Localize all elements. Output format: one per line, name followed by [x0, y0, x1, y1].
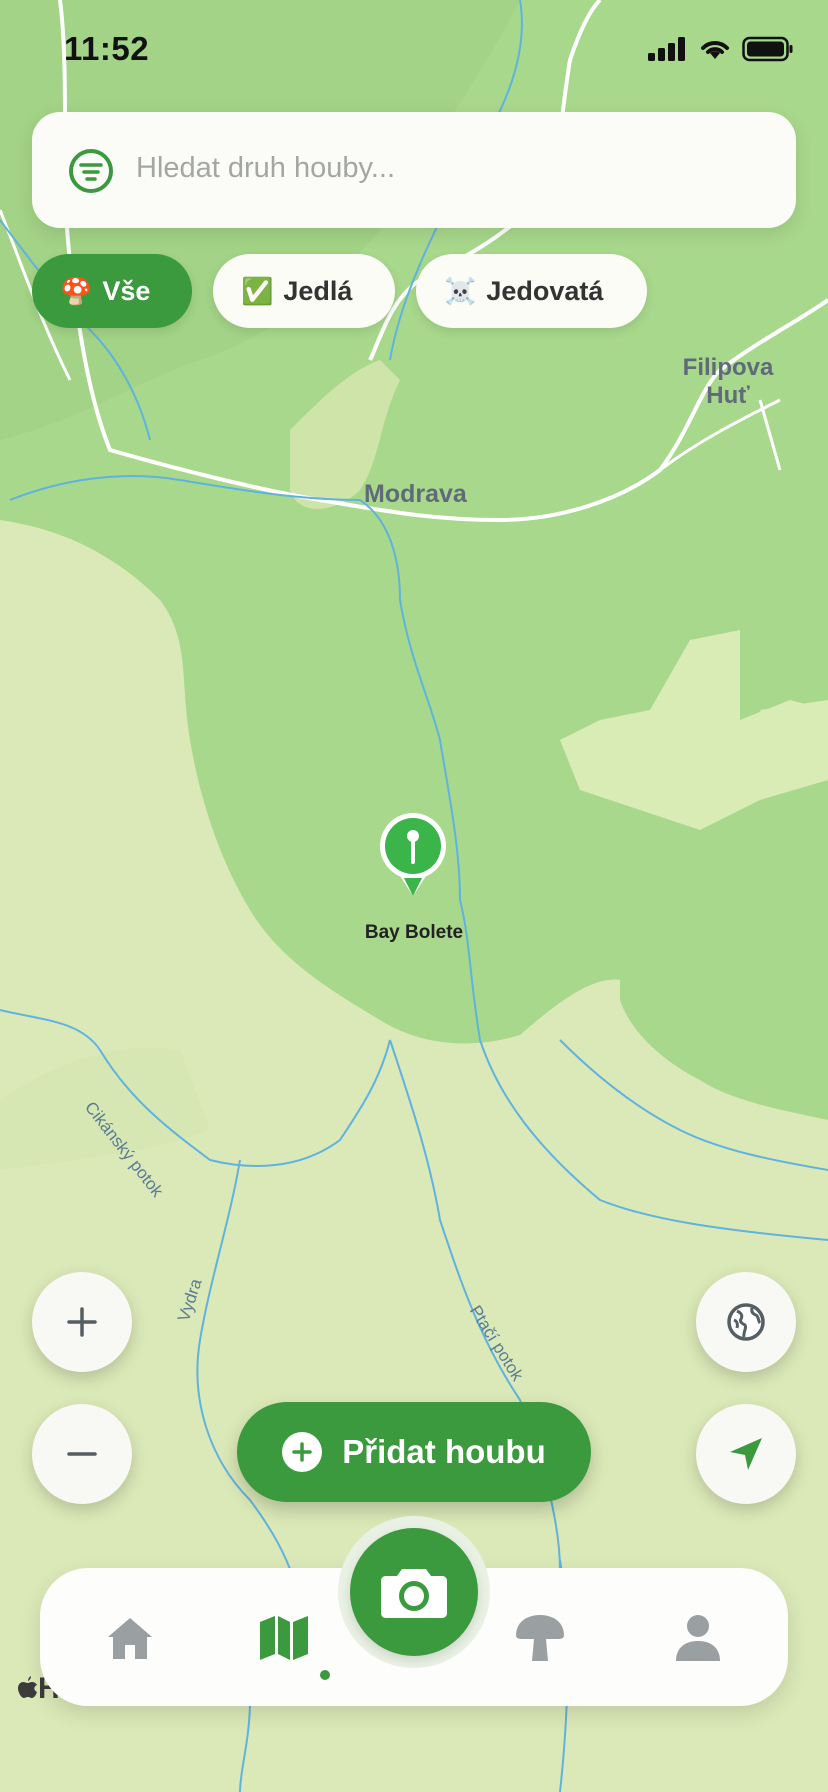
signal-icon: [648, 37, 685, 61]
place-label-modrava: Modrava: [364, 480, 467, 508]
plus-icon: [67, 1307, 97, 1337]
search-input[interactable]: Hledat druh houby...: [136, 152, 395, 185]
mushroom-icon: [516, 1615, 564, 1661]
tab-map[interactable]: [254, 1608, 314, 1668]
tab-home[interactable]: [100, 1608, 160, 1668]
pin-label: Bay Bolete: [364, 922, 464, 943]
battery-icon: [742, 36, 793, 62]
filter-chip-label: Vše: [102, 275, 151, 306]
minus-icon: [67, 1452, 97, 1456]
checkmark-emoji-icon: ✅: [241, 275, 274, 306]
status-time: 11:52: [64, 30, 150, 67]
status-icons: [648, 36, 794, 62]
mushroom-pin-marker[interactable]: [378, 806, 448, 898]
wifi-icon: [701, 41, 729, 59]
filter-chip-label: Jedovatá: [486, 275, 604, 306]
filter-chip-poisonous[interactable]: ☠️ Jedovatá: [416, 254, 647, 328]
map-icon: [260, 1616, 308, 1660]
tab-profile[interactable]: [668, 1608, 728, 1668]
add-mushroom-button[interactable]: Přidat houbu: [237, 1402, 591, 1502]
zoom-out-button[interactable]: [32, 1404, 132, 1504]
profile-icon: [676, 1615, 720, 1661]
filter-chip-all[interactable]: 🍄 Vše: [32, 254, 192, 328]
zoom-in-button[interactable]: [32, 1272, 132, 1372]
filter-icon[interactable]: [68, 148, 114, 194]
place-label-line: Huť: [706, 382, 750, 409]
add-mushroom-label: Přidat houbu: [342, 1433, 546, 1470]
tab-mushrooms[interactable]: [510, 1608, 570, 1668]
skull-emoji-icon: ☠️: [444, 275, 477, 306]
camera-icon: [381, 1569, 447, 1618]
filter-chip-edible[interactable]: ✅ Jedlá: [213, 254, 395, 328]
map-style-button[interactable]: [696, 1272, 796, 1372]
status-bar: 11:52: [0, 0, 828, 100]
apple-logo-icon: [18, 1676, 37, 1698]
place-label-filipova-hut: Filipova Huť: [676, 354, 780, 410]
location-arrow-icon: [730, 1438, 762, 1470]
plus-circle-icon: [282, 1432, 323, 1472]
active-tab-indicator: [320, 1670, 330, 1680]
home-icon: [108, 1618, 152, 1659]
mushroom-emoji-icon: 🍄: [60, 275, 93, 306]
filter-chip-label: Jedlá: [283, 275, 353, 306]
locate-me-button[interactable]: [696, 1404, 796, 1504]
search-bar[interactable]: Hledat druh houby...: [32, 112, 796, 228]
place-label-line: Filipova: [682, 354, 774, 381]
tab-camera[interactable]: [350, 1528, 478, 1656]
globe-icon: [727, 1303, 765, 1341]
